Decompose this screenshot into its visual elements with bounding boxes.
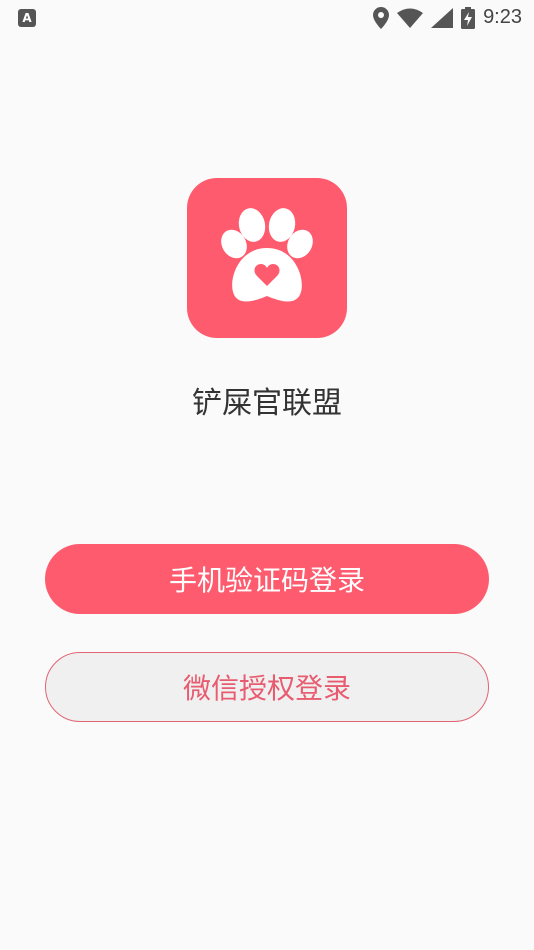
battery-charging-icon: [461, 6, 476, 29]
status-left: A: [18, 9, 36, 27]
paw-heart-icon: [221, 208, 313, 302]
status-bar: A 9:23: [0, 0, 534, 36]
location-icon: [373, 6, 390, 29]
wifi-icon: [397, 8, 424, 28]
signal-icon: [431, 7, 454, 28]
app-name: 铲屎官联盟: [192, 386, 342, 421]
status-time: 9:23: [483, 6, 522, 28]
status-right: 9:23: [373, 6, 522, 29]
accessibility-a-icon: A: [18, 9, 36, 27]
wechat-login-button[interactable]: 微信授权登录: [45, 652, 489, 722]
app-logo: [187, 178, 347, 338]
phone-login-button[interactable]: 手机验证码登录: [45, 544, 489, 614]
